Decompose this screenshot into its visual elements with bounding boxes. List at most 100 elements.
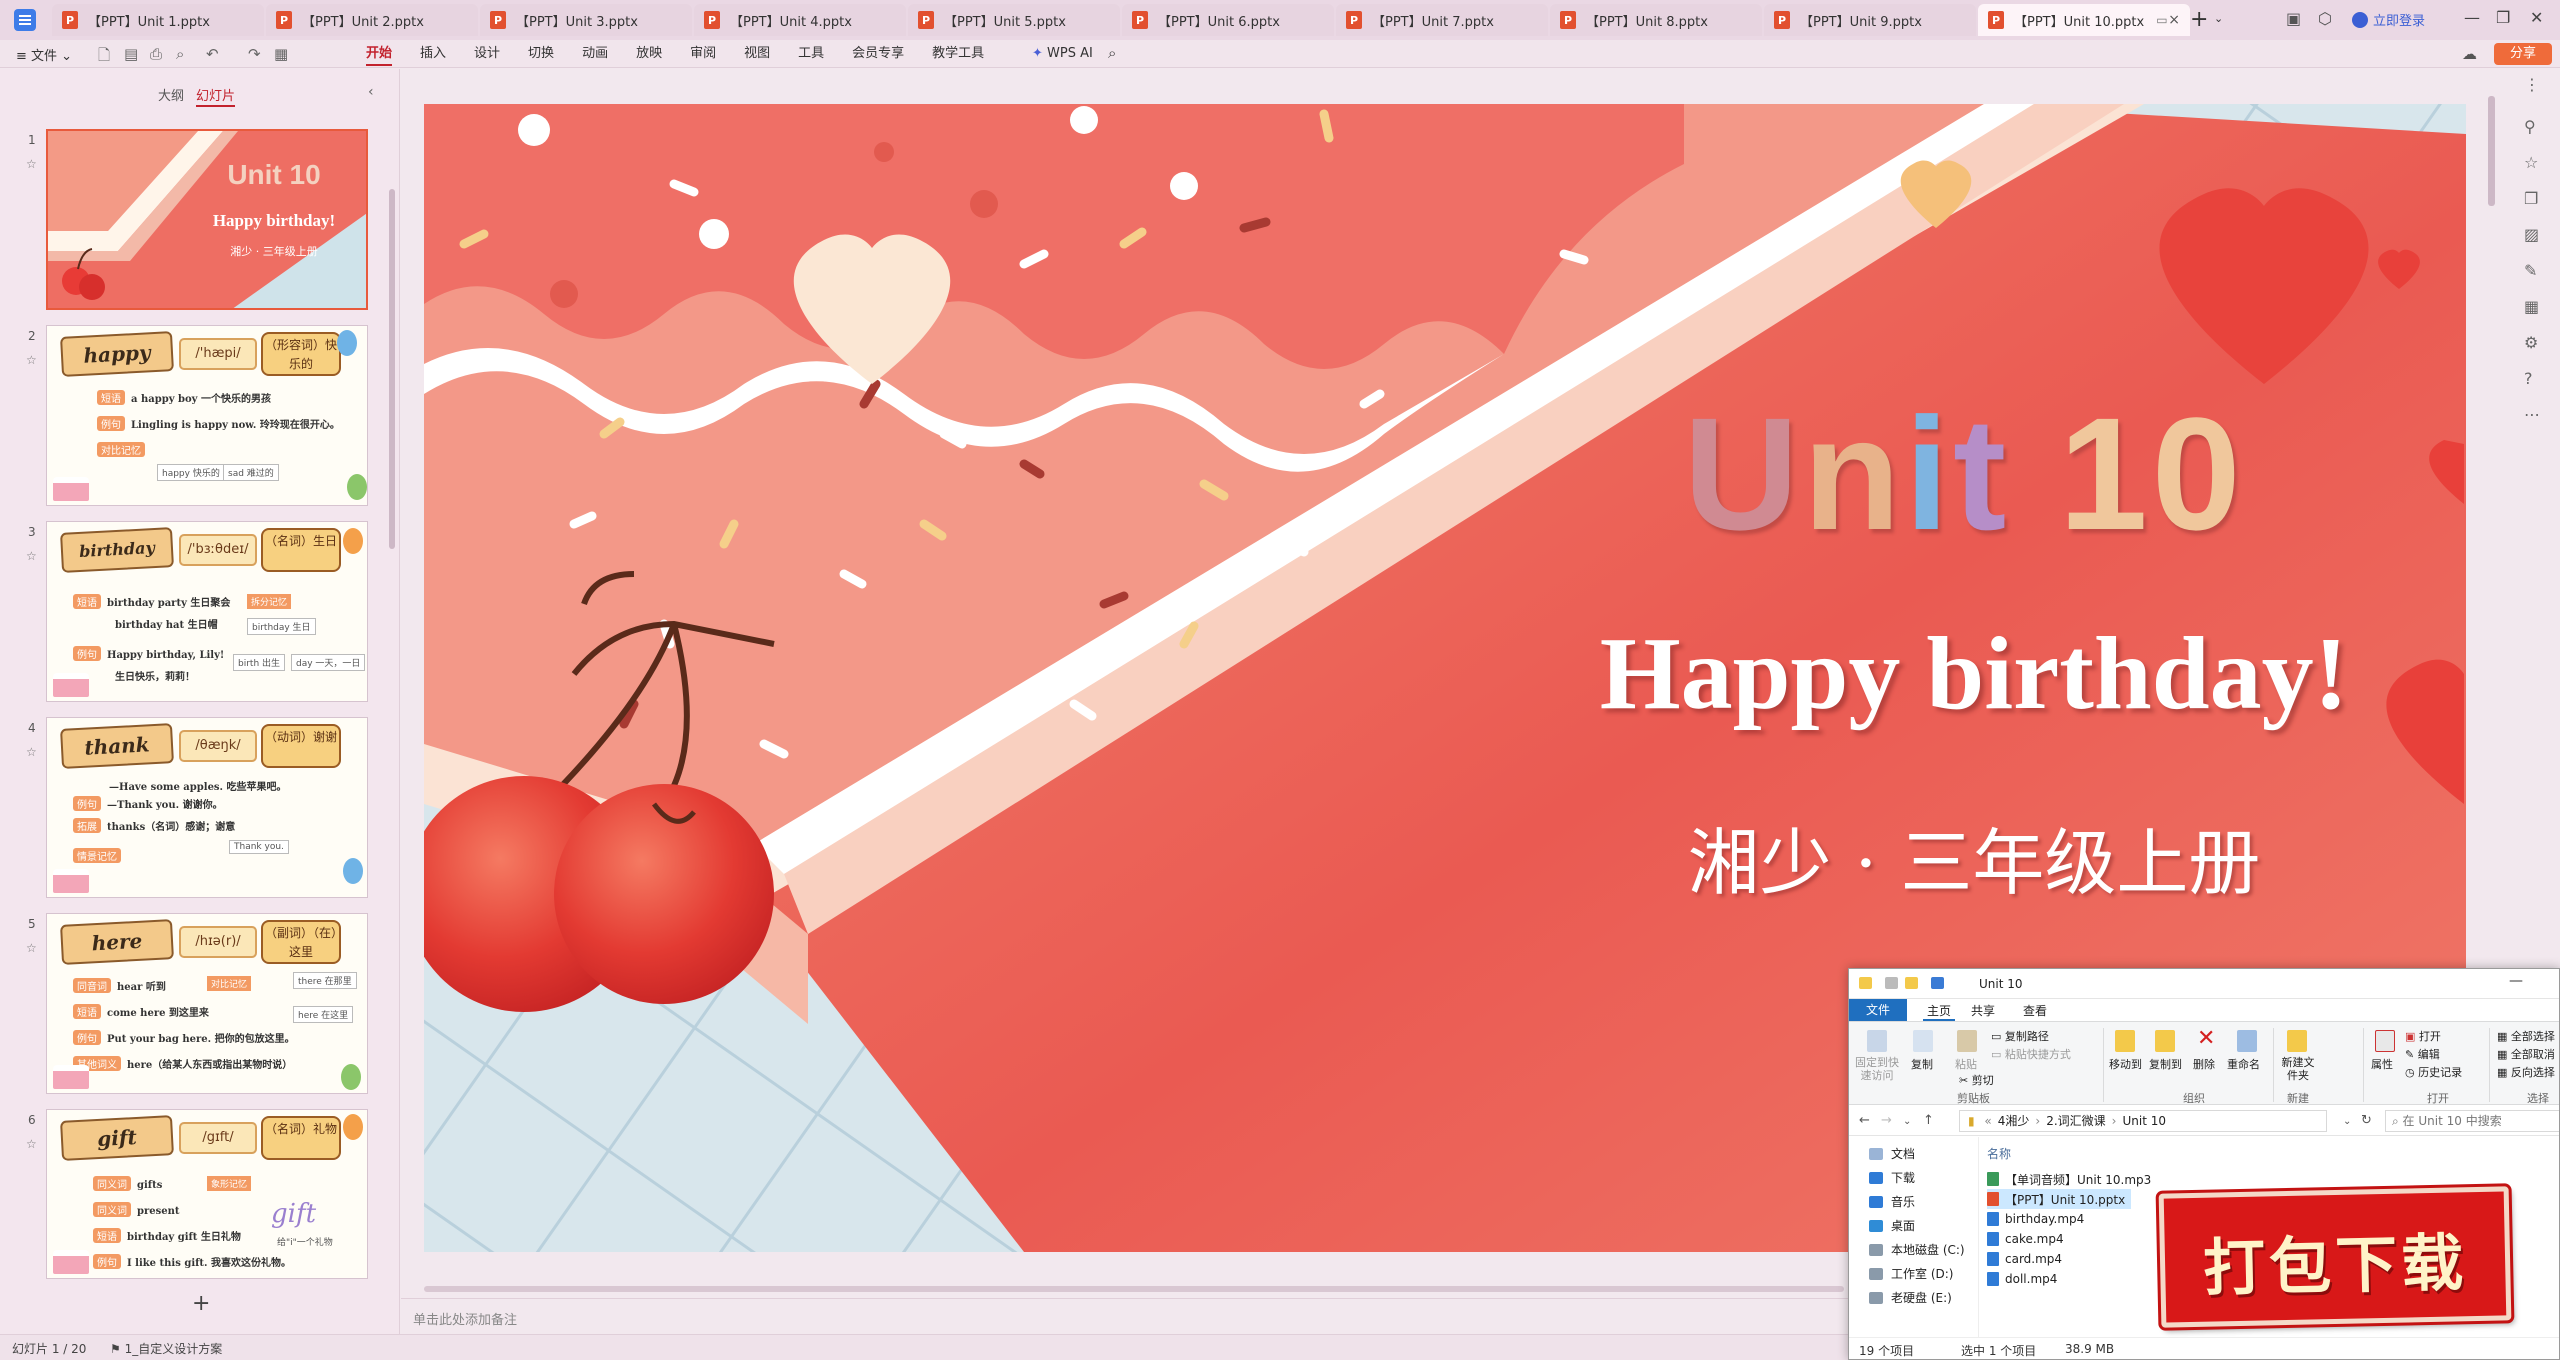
refresh-icon[interactable]: ↻ <box>2361 1113 2372 1128</box>
new-folder-icon[interactable] <box>2287 1030 2307 1052</box>
undo-icon[interactable]: ↶ <box>206 45 219 63</box>
forward-arrow-icon[interactable]: → <box>1881 1113 1892 1128</box>
move-to-button[interactable]: 移动到 <box>2109 1056 2142 1072</box>
menu-animation[interactable]: 动画 <box>568 40 622 68</box>
file-item[interactable]: card.mp4 <box>1987 1249 2068 1269</box>
star-icon[interactable]: ☆ <box>26 745 37 759</box>
more-icon[interactable]: ⋯ <box>2524 405 2540 424</box>
address-bar[interactable]: ▮ « 4湘少 › 2.词汇微课 › Unit 10 <box>1959 1110 2327 1132</box>
menu-transition[interactable]: 切换 <box>514 40 568 68</box>
slide-title-unit[interactable]: Unit 10 <box>1564 382 2364 566</box>
redo-icon[interactable]: ↷ <box>248 45 261 63</box>
notes-placeholder[interactable]: 单击此处添加备注 <box>413 1309 517 1328</box>
back-arrow-icon[interactable]: ← <box>1859 1113 1870 1128</box>
slide-thumbnail-1[interactable]: 1 ☆ Unit 10 Happy birthday! 湘少 · 三年级上册 <box>0 129 392 313</box>
menu-tools[interactable]: 工具 <box>784 40 838 68</box>
menu-design[interactable]: 设计 <box>460 40 514 68</box>
new-folder-button[interactable]: 新建文件夹 <box>2281 1056 2315 1082</box>
thumbnail-scrollbar[interactable] <box>389 189 395 549</box>
nav-documents[interactable]: 文档 <box>1869 1145 1915 1162</box>
paste-button[interactable]: 粘贴 <box>1955 1056 1977 1072</box>
nav-desktop[interactable]: 桌面 <box>1869 1217 1915 1234</box>
menu-slideshow[interactable]: 放映 <box>622 40 676 68</box>
menu-review[interactable]: 审阅 <box>676 40 730 68</box>
tab-outline[interactable]: 大纲 <box>158 85 184 104</box>
up-arrow-icon[interactable]: ↑ <box>1923 1113 1934 1128</box>
print-preview-icon[interactable]: ⌕ <box>176 45 184 63</box>
breadcrumb-item[interactable]: 2.词汇微课 <box>2046 1114 2105 1128</box>
menu-teaching-tools[interactable]: 教学工具 <box>918 40 998 68</box>
menu-member[interactable]: 会员专享 <box>838 40 918 68</box>
vertical-scrollbar[interactable] <box>2488 96 2495 206</box>
column-header-name[interactable]: 名称 <box>1987 1145 2011 1162</box>
tab-unit-9[interactable]: P 【PPT】Unit 9.pptx <box>1764 4 1976 36</box>
search-input[interactable]: ⌕ 在 Unit 10 中搜索 <box>2385 1110 2559 1132</box>
properties-button[interactable]: 属性 <box>2371 1056 2393 1072</box>
tab-unit-10[interactable]: P 【PPT】Unit 10.pptx ▭ × <box>1978 4 2190 36</box>
breadcrumb-item[interactable]: Unit 10 <box>2122 1114 2166 1128</box>
search-icon[interactable]: ⌕ <box>1108 44 1116 62</box>
wps-ai-button[interactable]: ✦ WPS AI <box>1032 46 1093 61</box>
copy-button[interactable]: 复制 <box>1911 1056 1933 1072</box>
cut-button[interactable]: ✂ 剪切 <box>1959 1072 1994 1088</box>
slide-subtitle-happy-birthday[interactable]: Happy birthday! <box>1324 614 2466 733</box>
star-icon[interactable]: ☆ <box>26 941 37 955</box>
new-tab-plus-icon[interactable]: + <box>2190 7 2208 32</box>
package-download-badge[interactable]: 打包下载 <box>2158 1186 2512 1328</box>
animation-icon[interactable]: ☆ <box>2524 153 2538 172</box>
tab-unit-6[interactable]: P 【PPT】Unit 6.pptx <box>1122 4 1334 36</box>
delete-button[interactable]: 删除 <box>2193 1056 2215 1072</box>
move-to-icon[interactable] <box>2115 1030 2135 1052</box>
horizontal-scrollbar[interactable] <box>424 1286 1844 1292</box>
history-button[interactable]: ◷ 历史记录 <box>2405 1064 2462 1080</box>
tab-unit-5[interactable]: P 【PPT】Unit 5.pptx <box>908 4 1120 36</box>
file-item-selected[interactable]: 【PPT】Unit 10.pptx <box>1987 1189 2132 1209</box>
minimize-icon[interactable]: — <box>2509 973 2523 989</box>
tab-file[interactable]: 文件 <box>1849 999 1907 1021</box>
properties-qa-icon[interactable] <box>1885 977 1898 989</box>
save-icon[interactable]: ▤ <box>124 45 138 63</box>
tool-magic-icon[interactable]: ✎ <box>2524 261 2537 280</box>
select-all-button[interactable]: ▦ 全部选择 <box>2497 1028 2555 1044</box>
new-folder-qa-icon[interactable] <box>1905 977 1918 989</box>
close-window-icon[interactable]: ✕ <box>2530 8 2543 27</box>
file-item[interactable]: 【单词音频】Unit 10.mp3 <box>1987 1169 2157 1189</box>
slide-thumbnail-2[interactable]: 2 ☆ happy /'hæpi/ （形容词）快乐的 短语 a happy boy… <box>0 325 392 509</box>
slide-thumbnail-3[interactable]: 3 ☆ birthday /'bɜːθdeɪ/ （名词）生日 短语 birthda… <box>0 521 392 705</box>
help-icon[interactable]: ? <box>2524 369 2533 388</box>
breadcrumb-item[interactable]: 4湘少 <box>1998 1114 2030 1128</box>
collapse-panel-icon[interactable]: ‹ <box>368 84 374 100</box>
more-options-icon[interactable]: ⋮ <box>2524 75 2540 94</box>
copy-to-button[interactable]: 复制到 <box>2149 1056 2182 1072</box>
file-menu[interactable]: ≡ 文件 ⌄ <box>16 45 72 64</box>
picture-icon[interactable]: ▨ <box>2524 225 2539 244</box>
slide-textbook-label[interactable]: 湘少 · 三年级上册 <box>1424 804 2466 909</box>
tab-view[interactable]: 查看 <box>2023 1002 2047 1019</box>
minimize-icon[interactable]: — <box>2464 8 2480 27</box>
delete-x-icon[interactable]: ✕ <box>2197 1026 2215 1051</box>
star-icon[interactable]: ☆ <box>26 353 37 367</box>
nav-downloads[interactable]: 下载 <box>1869 1169 1915 1186</box>
recent-chevron-icon[interactable]: ⌄ <box>1903 1116 1911 1127</box>
cloud-sync-icon[interactable]: ☁ <box>2462 45 2477 63</box>
paste-shortcut-button[interactable]: ▭ 粘贴快捷方式 <box>1991 1046 2071 1062</box>
copy-layout-icon[interactable]: ❐ <box>2524 189 2538 208</box>
rename-button[interactable]: 重命名 <box>2227 1056 2260 1072</box>
login-button[interactable]: 立即登录 <box>2352 10 2425 29</box>
tab-slides[interactable]: 幻灯片 <box>196 85 236 107</box>
share-button[interactable]: 分享 <box>2494 43 2552 65</box>
slide-thumbnail-6[interactable]: 6 ☆ gift /gɪft/ （名词）礼物 同义词 gifts 同义词 prese… <box>0 1109 392 1293</box>
tab-unit-3[interactable]: P 【PPT】Unit 3.pptx <box>480 4 692 36</box>
file-item[interactable]: doll.mp4 <box>1987 1269 2063 1289</box>
close-tab-icon[interactable]: × <box>2168 12 2180 28</box>
cube-icon[interactable]: ⬡ <box>2318 9 2332 28</box>
file-item[interactable]: birthday.mp4 <box>1987 1209 2090 1229</box>
star-icon[interactable]: ☆ <box>26 1137 37 1151</box>
print-icon[interactable]: ⎙ <box>150 45 162 63</box>
slide-thumbnail-4[interactable]: 4 ☆ thank /θæŋk/ （动词）谢谢 —Have some apple… <box>0 717 392 901</box>
rename-icon[interactable] <box>2237 1030 2257 1052</box>
properties-icon[interactable] <box>2375 1030 2395 1052</box>
copy-icon[interactable] <box>1913 1030 1933 1052</box>
nav-drive-c[interactable]: 本地磁盘 (C:) <box>1869 1241 1965 1258</box>
star-icon[interactable]: ☆ <box>26 549 37 563</box>
